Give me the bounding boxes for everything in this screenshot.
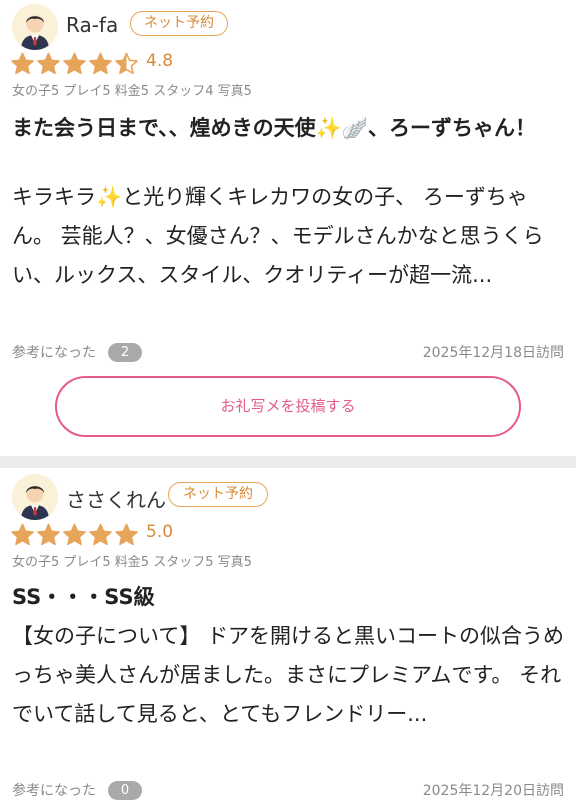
helpful-label: 参考になった — [12, 345, 96, 361]
star-icon — [89, 523, 112, 546]
star-icon — [11, 52, 34, 75]
review-body[interactable]: 【女の子について】 ドアを開けると黒いコートの似合うめっちゃ美人さんが居ました。… — [12, 617, 568, 734]
sub-scores: 女の子5 プレイ5 料金5 スタッフ5 写真5 — [12, 555, 252, 570]
visit-date: 2025年12月20日訪問 — [422, 783, 564, 799]
net-reservation-badge: ネット予約 — [168, 482, 268, 507]
rating-value: 4.8 — [146, 51, 174, 71]
avatar-icon — [12, 474, 58, 520]
star-rating — [10, 523, 140, 546]
star-icon — [115, 52, 138, 75]
reviewer-name[interactable]: Ra-fa — [66, 13, 118, 37]
review-card: ささくれん ネット予約 5.0 女の子5 プレイ5 料金5 スタッフ5 写真5 … — [0, 468, 576, 810]
star-icon — [63, 523, 86, 546]
review-title[interactable]: SS・・・SS級 — [12, 582, 564, 613]
sub-scores: 女の子5 プレイ5 料金5 スタッフ4 写真5 — [12, 84, 252, 99]
helpful-counter[interactable]: 参考になった 2 — [12, 342, 142, 362]
star-rating — [10, 52, 140, 75]
star-icon — [37, 52, 60, 75]
star-icon — [37, 523, 60, 546]
helpful-count-badge: 2 — [108, 342, 142, 362]
section-divider — [0, 456, 576, 468]
star-icon — [63, 52, 86, 75]
review-body[interactable]: キラキラ✨と光り輝くキレカワの女の子、 ろーずちゃん。 芸能人？、女優さん？、モ… — [12, 178, 568, 295]
star-icon — [11, 523, 34, 546]
star-icon — [115, 523, 138, 546]
reviewer-name[interactable]: ささくれん — [66, 484, 166, 513]
visit-date: 2025年12月18日訪問 — [422, 345, 564, 361]
rating-value: 5.0 — [146, 522, 174, 542]
post-thanks-photo-button[interactable]: お礼写メを投稿する — [55, 376, 521, 437]
net-reservation-badge: ネット予約 — [130, 11, 228, 36]
helpful-label: 参考になった — [12, 783, 96, 799]
helpful-count-badge: 0 — [108, 780, 142, 800]
avatar-icon — [12, 4, 58, 50]
review-card: Ra-fa ネット予約 4.8 女の子5 プレイ5 料金5 スタッフ4 写真5 … — [0, 0, 576, 456]
helpful-counter[interactable]: 参考になった 0 — [12, 780, 142, 800]
review-title[interactable]: また会う日まで、、煌めきの天使✨🪽、ろーずちゃん！ — [12, 113, 564, 144]
star-icon — [89, 52, 112, 75]
